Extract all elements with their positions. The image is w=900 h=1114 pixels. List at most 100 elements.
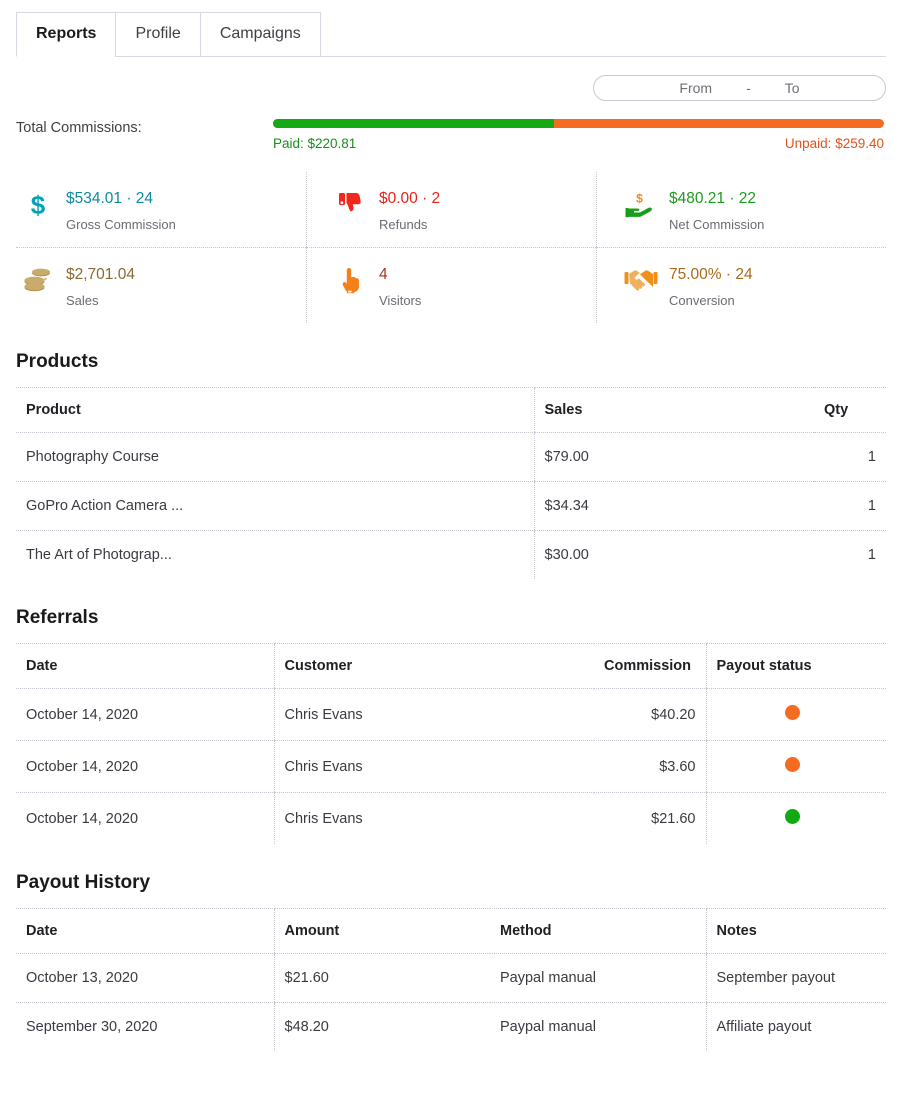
payout-history-table-wrap: Date Amount Method Notes October 13, 202… — [0, 908, 900, 1051]
stat-value: $480.21 · 22 — [669, 188, 764, 209]
date-range-separator: - — [746, 80, 751, 96]
product-name: Photography Course — [16, 433, 534, 482]
product-sales: $34.34 — [534, 482, 814, 531]
product-sales: $30.00 — [534, 531, 814, 580]
referrals-heading: Referrals — [0, 607, 900, 629]
unpaid-amount-label: Unpaid: $259.40 — [785, 136, 884, 151]
coins-stack-icon — [16, 264, 60, 296]
stat-conversion: 75.00% · 24 Conversion — [596, 247, 886, 323]
column-header-date: Date — [16, 644, 274, 689]
column-header-payout-status: Payout status — [706, 644, 886, 689]
column-header-date: Date — [16, 909, 274, 954]
column-header-notes: Notes — [706, 909, 886, 954]
referral-customer: Chris Evans — [274, 689, 594, 741]
tab-campaigns[interactable]: Campaigns — [200, 12, 321, 57]
thumbs-down-icon — [329, 188, 373, 218]
table-row: October 14, 2020 Chris Evans $3.60 — [16, 741, 886, 793]
total-commissions-section: Total Commissions: Paid: $220.81 Unpaid:… — [0, 119, 900, 151]
svg-text:$: $ — [31, 190, 46, 220]
hand-holding-dollar-icon: $ — [619, 188, 663, 218]
tab-profile[interactable]: Profile — [115, 12, 200, 57]
product-name: The Art of Photograp... — [16, 531, 534, 580]
stat-visitors: 4 Visitors — [306, 247, 596, 323]
table-row: Photography Course $79.00 1 — [16, 433, 886, 482]
stat-label: Net Commission — [669, 217, 764, 233]
referral-commission: $3.60 — [594, 741, 706, 793]
payout-method: Paypal manual — [490, 954, 706, 1003]
table-row: GoPro Action Camera ... $34.34 1 — [16, 482, 886, 531]
status-dot-unpaid — [785, 757, 800, 772]
stat-label: Gross Commission — [66, 217, 176, 233]
payout-date: September 30, 2020 — [16, 1003, 274, 1052]
referral-status — [706, 793, 886, 845]
stat-gross-commission: $ $534.01 · 24 Gross Commission — [16, 172, 306, 247]
stats-grid: $ $534.01 · 24 Gross Commission $0.00 · … — [0, 172, 900, 323]
referral-customer: Chris Evans — [274, 793, 594, 845]
table-row: September 30, 2020 $48.20 Paypal manual … — [16, 1003, 886, 1052]
paid-amount-label: Paid: $220.81 — [273, 136, 356, 151]
tab-bar: Reports Profile Campaigns — [0, 0, 900, 57]
column-header-amount: Amount — [274, 909, 490, 954]
table-row: October 14, 2020 Chris Evans $21.60 — [16, 793, 886, 845]
date-range-picker[interactable]: From - To — [593, 75, 886, 101]
status-dot-paid — [785, 809, 800, 824]
commissions-progress-bar — [273, 119, 884, 128]
svg-text:$: $ — [636, 192, 643, 206]
table-row: October 14, 2020 Chris Evans $40.20 — [16, 689, 886, 741]
date-to-input[interactable]: To — [785, 80, 800, 96]
stat-sales: $2,701.04 Sales — [16, 247, 306, 323]
referral-date: October 14, 2020 — [16, 689, 274, 741]
commissions-bar-labels: Paid: $220.81 Unpaid: $259.40 — [273, 136, 884, 151]
product-qty: 1 — [814, 433, 886, 482]
column-header-sales: Sales — [534, 388, 814, 433]
payout-amount: $21.60 — [274, 954, 490, 1003]
payout-date: October 13, 2020 — [16, 954, 274, 1003]
products-table: Product Sales Qty Photography Course $79… — [16, 387, 886, 579]
stat-label: Conversion — [669, 293, 753, 309]
referral-status — [706, 741, 886, 793]
commissions-bar-wrap: Paid: $220.81 Unpaid: $259.40 — [273, 119, 884, 151]
table-row: October 13, 2020 $21.60 Paypal manual Se… — [16, 954, 886, 1003]
product-sales: $79.00 — [534, 433, 814, 482]
table-header-row: Date Customer Commission Payout status — [16, 644, 886, 689]
payout-notes: September payout — [706, 954, 886, 1003]
stat-net-commission: $ $480.21 · 22 Net Commission — [596, 172, 886, 247]
tab-reports[interactable]: Reports — [16, 12, 116, 57]
referrals-table-wrap: Date Customer Commission Payout status O… — [0, 643, 900, 844]
stat-refunds: $0.00 · 2 Refunds — [306, 172, 596, 247]
column-header-qty: Qty — [814, 388, 886, 433]
affiliate-dashboard-page: Reports Profile Campaigns From - To Tota… — [0, 0, 900, 1114]
date-range-row: From - To — [0, 57, 900, 101]
payout-history-table: Date Amount Method Notes October 13, 202… — [16, 908, 886, 1051]
date-from-input[interactable]: From — [679, 80, 712, 96]
table-header-row: Product Sales Qty — [16, 388, 886, 433]
product-qty: 1 — [814, 482, 886, 531]
total-commissions-label: Total Commissions: — [16, 119, 273, 136]
referrals-table: Date Customer Commission Payout status O… — [16, 643, 886, 844]
referral-status — [706, 689, 886, 741]
stat-label: Refunds — [379, 217, 440, 233]
referral-commission: $21.60 — [594, 793, 706, 845]
table-row: The Art of Photograp... $30.00 1 — [16, 531, 886, 580]
handshake-icon — [619, 264, 663, 292]
product-name: GoPro Action Camera ... — [16, 482, 534, 531]
payout-amount: $48.20 — [274, 1003, 490, 1052]
referral-date: October 14, 2020 — [16, 793, 274, 845]
payout-notes: Affiliate payout — [706, 1003, 886, 1052]
stat-value: 75.00% · 24 — [669, 264, 753, 285]
column-header-customer: Customer — [274, 644, 594, 689]
status-dot-unpaid — [785, 705, 800, 720]
products-heading: Products — [0, 351, 900, 373]
stat-label: Visitors — [379, 293, 421, 309]
table-header-row: Date Amount Method Notes — [16, 909, 886, 954]
column-header-method: Method — [490, 909, 706, 954]
dollar-sign-icon: $ — [16, 188, 60, 220]
product-qty: 1 — [814, 531, 886, 580]
stat-label: Sales — [66, 293, 135, 309]
referral-commission: $40.20 — [594, 689, 706, 741]
products-table-wrap: Product Sales Qty Photography Course $79… — [0, 387, 900, 579]
stat-value: $2,701.04 — [66, 264, 135, 285]
stat-value: $0.00 · 2 — [379, 188, 440, 209]
referral-date: October 14, 2020 — [16, 741, 274, 793]
payout-history-heading: Payout History — [0, 872, 900, 894]
